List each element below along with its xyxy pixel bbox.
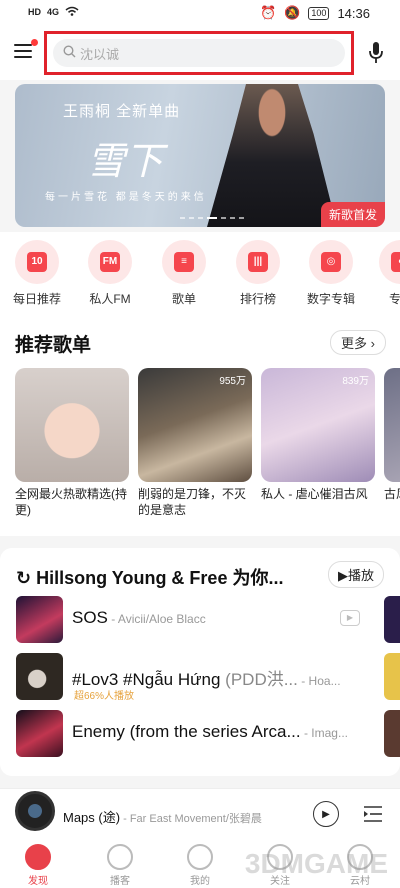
wifi-icon <box>65 6 79 18</box>
banner-artist-image <box>207 84 337 227</box>
search-input[interactable]: 沈以诚 <box>53 39 345 67</box>
playlist-card[interactable]: 全网最火热歌精选(持更) <box>15 368 129 518</box>
playlist-preview-card: ↻ Hillsong Young & Free 为你... ▶播放 SOS - … <box>0 548 400 776</box>
network-type: 4G <box>47 7 60 17</box>
promo-banner[interactable]: 王雨桐 全新单曲 雪下 每一片雪花 都是冬天的来信 新歌首发 <box>15 84 385 227</box>
notification-dot <box>31 39 38 46</box>
microphone-icon[interactable] <box>368 41 384 65</box>
alarm-icon: ⏰ <box>260 5 277 20</box>
playlist-cover <box>384 368 400 482</box>
mute-icon: 🔕 <box>284 5 301 20</box>
banner-title: 王雨桐 全新单曲 <box>63 103 181 120</box>
app-screen: HD 4G ⏰ 🔕 100 14:36 沈以诚 王雨桐 全新单曲 雪下 每一片雪… <box>0 0 400 888</box>
banner-lyric: 每一片雪花 都是冬天的来信 <box>45 192 207 203</box>
playlist-cover <box>15 368 129 482</box>
player-song-title: Maps (途) <box>63 810 121 825</box>
next-page-peek <box>384 596 400 643</box>
popularity-badge: 超66%人播放 <box>74 691 135 702</box>
quick-entry-row: 10 每日推荐 FM 私人FM ≡ 歌单 ||| 排行榜 ◎ 数字专辑 ◐ 专注 <box>0 232 400 316</box>
song-artist: - Imag... <box>300 726 348 740</box>
entry-private-fm[interactable]: FM 私人FM <box>79 240 141 307</box>
player-artist: - Far East Movement/张碧晨 <box>120 813 262 825</box>
tab-mine[interactable]: 我的 <box>170 844 230 887</box>
calendar-icon: 10 <box>15 240 59 284</box>
section-title: 推荐歌单 <box>15 335 92 356</box>
watermark: 3DMGAME <box>244 848 388 879</box>
play-all-button[interactable]: ▶播放 <box>327 561 384 588</box>
tab-discover[interactable]: 发现 <box>8 844 68 887</box>
top-bar: 沈以诚 <box>0 28 400 80</box>
playlist-queue-icon[interactable] <box>362 805 384 823</box>
recommended-playlists-section: 推荐歌单 更多 › 全网最火热歌精选(持更) 955万 削弱的是刀锋，不灭的是意… <box>0 316 400 536</box>
video-icon[interactable]: ▶ <box>340 610 360 626</box>
playlist-card[interactable]: 古风... <box>384 368 400 518</box>
playlist-cover: 839万 <box>261 368 375 482</box>
next-page-peek <box>384 710 400 757</box>
entry-focus[interactable]: ◐ 专注 <box>370 240 400 307</box>
entry-daily-recommend[interactable]: 10 每日推荐 <box>6 240 68 307</box>
mini-player[interactable]: Maps (途) - Far East Movement/张碧晨 ▶ <box>0 788 400 840</box>
radio-icon: FM <box>88 240 132 284</box>
song-cover <box>16 653 63 700</box>
song-row[interactable]: Enemy (from the series Arca... - Imag... <box>16 710 368 760</box>
playlist-preview-title[interactable]: ↻ Hillsong Young & Free 为你... <box>16 564 283 590</box>
status-right: ⏰ 🔕 100 14:36 <box>260 5 370 21</box>
playlist-icon: ≡ <box>162 240 206 284</box>
discover-icon <box>25 844 51 870</box>
carousel-indicator <box>180 217 244 219</box>
song-subtitle: (PDD洪... <box>220 670 298 689</box>
menu-button[interactable] <box>14 39 38 60</box>
song-row[interactable]: SOS - Avicii/Aloe Blacc ▶ <box>16 596 368 646</box>
song-title: Enemy (from the series Arca... <box>72 722 301 741</box>
playlist-card[interactable]: 955万 削弱的是刀锋，不灭的是意志 <box>138 368 252 518</box>
play-pause-button[interactable]: ▶ <box>313 801 339 827</box>
tab-podcast[interactable]: 播客 <box>90 844 150 887</box>
banner-tag: 新歌首发 <box>320 202 385 227</box>
next-page-peek <box>384 653 400 700</box>
banner-song-name: 雪下 <box>87 139 164 183</box>
album-disc <box>15 791 55 831</box>
music-icon <box>187 844 213 870</box>
search-icon <box>63 45 76 61</box>
search-highlight-box: 沈以诚 <box>44 31 354 75</box>
play-icon: ▶ <box>337 568 348 583</box>
more-button[interactable]: 更多 › <box>330 330 386 355</box>
entry-playlists[interactable]: ≡ 歌单 <box>153 240 215 307</box>
playlist-card[interactable]: 839万 私人 - 虐心催泪古风 <box>261 368 375 518</box>
battery-level: 100 <box>308 6 330 20</box>
entry-charts[interactable]: ||| 排行榜 <box>227 240 289 307</box>
song-row[interactable]: #Lov3 #Ngẫu Hứng (PDD洪... - Hoa... 超66%人… <box>16 653 368 703</box>
playlist-cover: 955万 <box>138 368 252 482</box>
clock: 14:36 <box>337 5 370 21</box>
album-icon: ◎ <box>309 240 353 284</box>
signal-indicators: HD 4G <box>28 6 79 18</box>
refresh-icon[interactable]: ↻ <box>16 568 31 588</box>
song-cover <box>16 596 63 643</box>
focus-icon: ◐ <box>379 240 400 284</box>
song-artist: - Hoa... <box>297 674 341 688</box>
song-artist: - Avicii/Aloe Blacc <box>107 612 206 626</box>
status-bar: HD 4G ⏰ 🔕 100 14:36 <box>0 0 400 28</box>
search-placeholder: 沈以诚 <box>80 46 120 62</box>
hd-icon: HD <box>28 7 41 17</box>
podcast-icon <box>107 844 133 870</box>
entry-digital-album[interactable]: ◎ 数字专辑 <box>300 240 362 307</box>
chart-icon: ||| <box>236 240 280 284</box>
song-title: SOS <box>72 608 108 627</box>
song-cover <box>16 710 63 757</box>
